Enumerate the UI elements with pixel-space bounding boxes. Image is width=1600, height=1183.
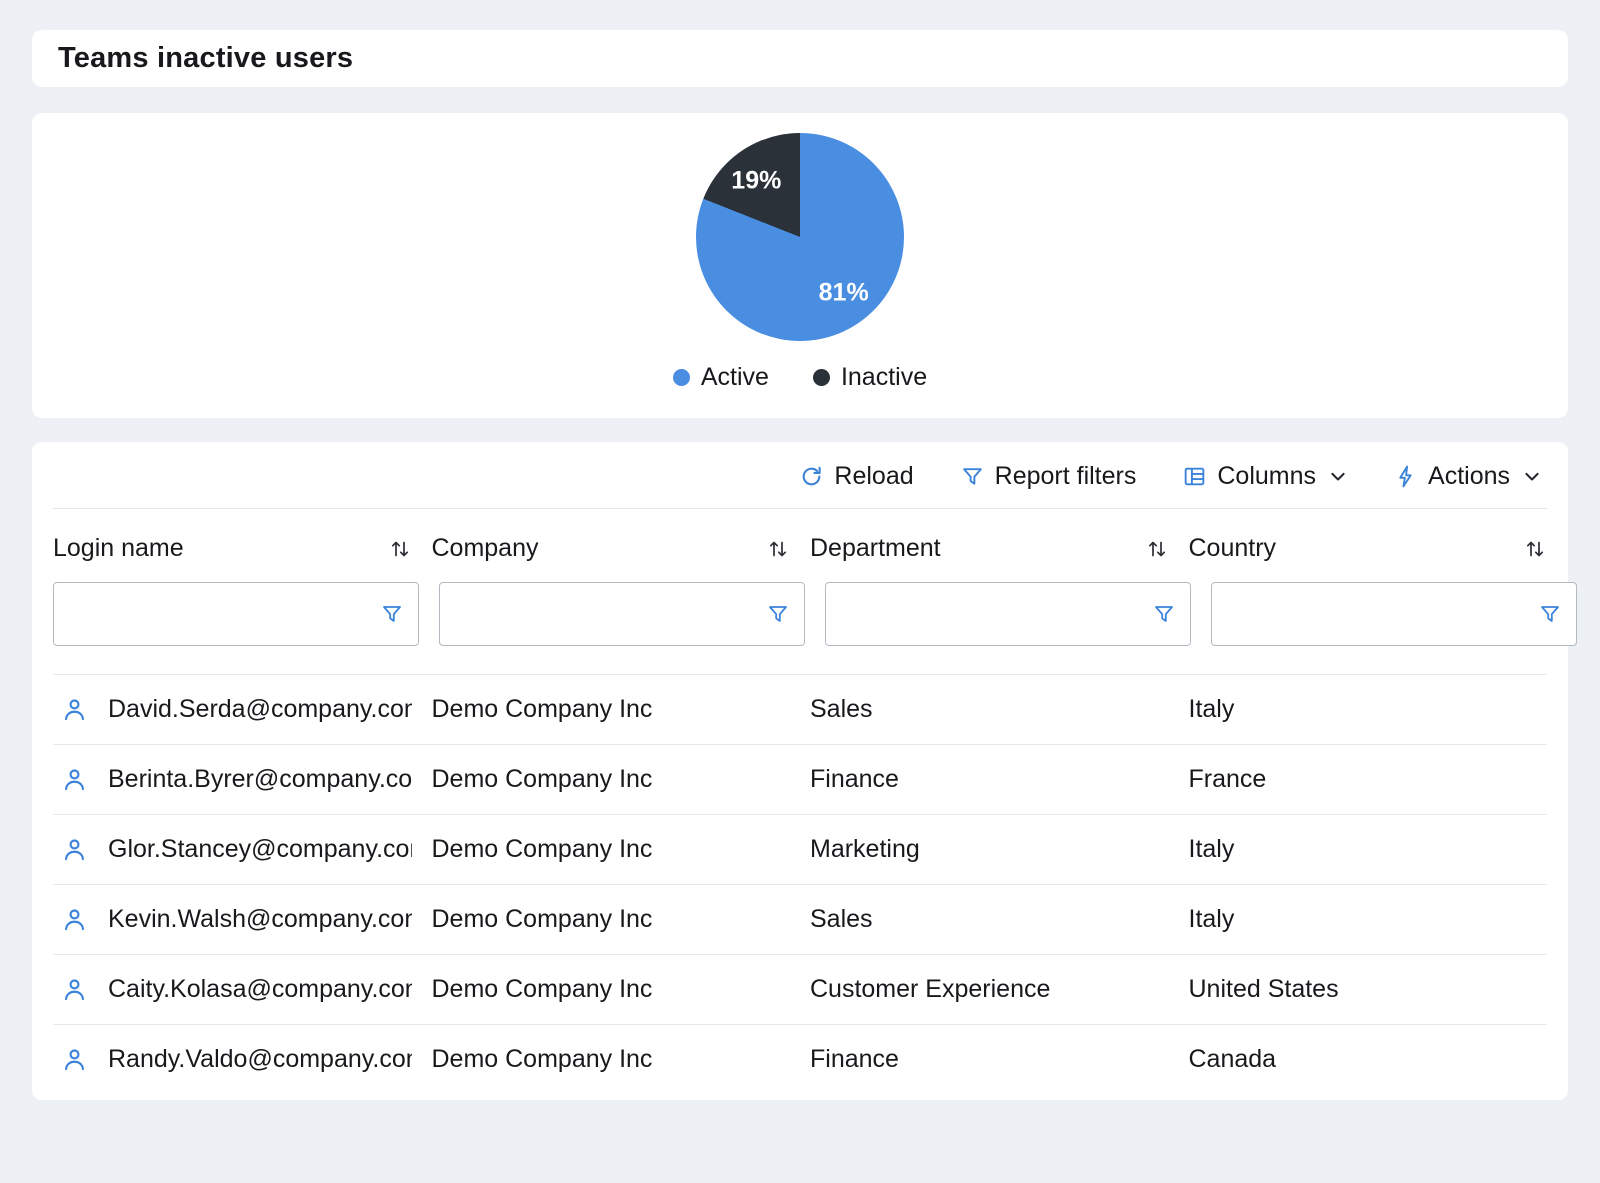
legend-dot-active (673, 369, 690, 386)
filter-input-department[interactable] (838, 599, 1152, 629)
report-filters-button[interactable]: Report filters (960, 462, 1137, 491)
sort-icon[interactable] (766, 537, 790, 561)
table-row[interactable]: Kevin.Walsh@company.com Demo Company Inc… (53, 884, 1547, 954)
filter-box-company (439, 582, 805, 646)
filter-box-department (825, 582, 1191, 646)
lightning-icon (1393, 464, 1418, 489)
filter-input-company[interactable] (452, 599, 766, 629)
cell-department: Sales (810, 905, 1169, 934)
filter-box-login-name (53, 582, 419, 646)
table-body: David.Serda@company.com Demo Company Inc… (53, 674, 1547, 1094)
page-header: Teams inactive users (32, 30, 1568, 87)
cell-department: Finance (810, 1045, 1169, 1074)
cell-department: Sales (810, 695, 1169, 724)
column-header-label: Department (810, 534, 941, 563)
cell-company: Demo Company Inc (432, 975, 791, 1004)
cell-login-name: Glor.Stancey@company.com (108, 835, 412, 864)
filter-input-login-name[interactable] (66, 599, 380, 629)
user-icon (53, 696, 88, 723)
cell-company: Demo Company Inc (432, 1045, 791, 1074)
chevron-down-icon (1329, 468, 1347, 486)
column-header-label: Login name (53, 534, 184, 563)
page-title: Teams inactive users (58, 42, 1542, 75)
chevron-down-icon (1523, 468, 1541, 486)
table-row[interactable]: Caity.Kolasa@company.com Demo Company In… (53, 954, 1547, 1024)
cell-login-name: Kevin.Walsh@company.com (108, 905, 412, 934)
filter-funnel-icon[interactable] (380, 602, 404, 626)
column-header-login-name: Login name (53, 534, 412, 563)
cell-company: Demo Company Inc (432, 765, 791, 794)
sort-icon[interactable] (1145, 537, 1169, 561)
actions-label: Actions (1428, 462, 1510, 491)
sort-icon[interactable] (388, 537, 412, 561)
table-toolbar: Reload Report filters Columns Actions (53, 442, 1547, 509)
user-icon (53, 1046, 88, 1073)
table-filter-row (53, 582, 1547, 674)
cell-company: Demo Company Inc (432, 695, 791, 724)
cell-country: Italy (1189, 695, 1548, 724)
filter-funnel-icon[interactable] (1538, 602, 1562, 626)
cell-login-name: David.Serda@company.com (108, 695, 412, 724)
column-header-country: Country (1189, 534, 1548, 563)
user-icon (53, 766, 88, 793)
legend-item-active[interactable]: Active (673, 363, 769, 392)
table-header-row: Login name Company Department Country (53, 509, 1547, 582)
cell-country: United States (1189, 975, 1548, 1004)
pie-slice-label-inactive: 19% (731, 166, 781, 195)
columns-label: Columns (1217, 462, 1316, 491)
report-filters-label: Report filters (995, 462, 1137, 491)
cell-company: Demo Company Inc (432, 835, 791, 864)
pie-chart: 19% 81% (696, 133, 904, 341)
cell-department: Finance (810, 765, 1169, 794)
column-header-department: Department (810, 534, 1169, 563)
cell-department: Marketing (810, 835, 1169, 864)
chart-card: 19% 81% Active Inactive (32, 113, 1568, 418)
cell-login-name: Randy.Valdo@company.com (108, 1045, 412, 1074)
cell-login-name: Berinta.Byrer@company.com (108, 765, 412, 794)
legend-dot-inactive (813, 369, 830, 386)
table-row[interactable]: David.Serda@company.com Demo Company Inc… (53, 674, 1547, 744)
reload-icon (799, 464, 824, 489)
report-table-card: Reload Report filters Columns Actions (32, 442, 1568, 1100)
cell-country: Italy (1189, 835, 1548, 864)
filter-funnel-icon[interactable] (1152, 602, 1176, 626)
reload-button[interactable]: Reload (799, 462, 913, 491)
cell-company: Demo Company Inc (432, 905, 791, 934)
funnel-icon (960, 464, 985, 489)
column-header-label: Country (1189, 534, 1277, 563)
columns-icon (1182, 464, 1207, 489)
cell-department: Customer Experience (810, 975, 1169, 1004)
legend-item-inactive[interactable]: Inactive (813, 363, 927, 392)
reload-label: Reload (834, 462, 913, 491)
cell-country: Canada (1189, 1045, 1548, 1074)
table-row[interactable]: Berinta.Byrer@company.com Demo Company I… (53, 744, 1547, 814)
cell-login-name: Caity.Kolasa@company.com (108, 975, 412, 1004)
filter-box-country (1211, 582, 1577, 646)
user-icon (53, 976, 88, 1003)
table-row[interactable]: Randy.Valdo@company.com Demo Company Inc… (53, 1024, 1547, 1094)
cell-country: Italy (1189, 905, 1548, 934)
user-icon (53, 836, 88, 863)
column-header-label: Company (432, 534, 539, 563)
user-icon (53, 906, 88, 933)
chart-legend: Active Inactive (673, 363, 927, 392)
filter-funnel-icon[interactable] (766, 602, 790, 626)
table-row[interactable]: Glor.Stancey@company.com Demo Company In… (53, 814, 1547, 884)
cell-country: France (1189, 765, 1548, 794)
pie-slice-label-active: 81% (819, 279, 869, 308)
legend-label-inactive: Inactive (841, 363, 927, 392)
column-header-company: Company (432, 534, 791, 563)
sort-icon[interactable] (1523, 537, 1547, 561)
columns-button[interactable]: Columns (1182, 462, 1347, 491)
filter-input-country[interactable] (1224, 599, 1538, 629)
legend-label-active: Active (701, 363, 769, 392)
actions-button[interactable]: Actions (1393, 462, 1541, 491)
